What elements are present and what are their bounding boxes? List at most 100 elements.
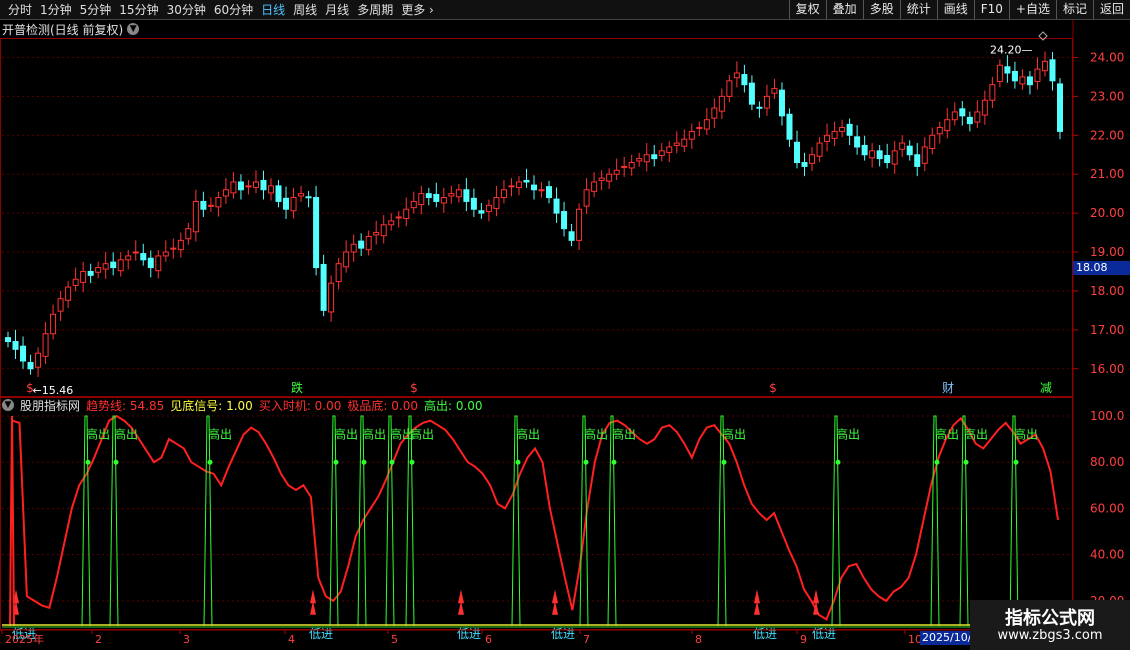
buy-arrow-icon xyxy=(458,589,464,615)
high-signal-dot xyxy=(1013,459,1019,465)
chart-canvas[interactable]: 24.00 23.00 22.00 21.00 20.00 19.00 18.00 17.00… xyxy=(0,0,1130,650)
candle-body xyxy=(20,345,27,362)
high-signal-dot xyxy=(721,459,727,465)
candle-body xyxy=(95,267,102,273)
indicator-axis-label: 60.00 xyxy=(1090,501,1124,515)
candle-body xyxy=(763,95,770,109)
high-signal-dot xyxy=(361,459,367,465)
price-axis-label: 21.00 xyxy=(1090,167,1124,181)
date-axis-label: 4 xyxy=(288,633,295,646)
low-signal-label: 低进 xyxy=(551,627,575,641)
high-signal-spike xyxy=(81,415,91,627)
candle-body xyxy=(613,169,620,175)
high-signal-label: 高出 xyxy=(86,426,110,441)
candle-body xyxy=(523,179,530,183)
candle-body xyxy=(283,197,290,210)
candle-body xyxy=(298,193,305,197)
low-signal-label: 低进 xyxy=(457,627,481,641)
high-signal-spike xyxy=(959,415,969,627)
candle-body xyxy=(899,142,906,150)
candle-body xyxy=(854,136,861,148)
candle-body xyxy=(553,198,560,214)
high-signal-dot xyxy=(934,459,940,465)
candle-body xyxy=(455,189,462,198)
candle-body xyxy=(493,197,500,209)
candle-body xyxy=(643,154,650,163)
candle-body xyxy=(155,255,162,272)
candle-body xyxy=(621,165,628,168)
high-signal-label: 高出 xyxy=(516,426,540,441)
price-axis-label: 18.00 xyxy=(1090,284,1124,298)
high-signal-label: 高出 xyxy=(114,426,138,441)
candle-body xyxy=(290,197,297,212)
high-signal-dot xyxy=(389,459,395,465)
candle-body xyxy=(380,224,387,237)
high-signal-dot xyxy=(515,459,521,465)
candle-body xyxy=(591,181,598,192)
candle-body xyxy=(801,162,808,167)
watermark: 指标公式网 www.zbgs3.com xyxy=(970,600,1130,650)
high-signal-dot xyxy=(409,459,415,465)
candle-body xyxy=(463,189,470,202)
candle-body xyxy=(794,141,800,164)
high-signal-dot xyxy=(583,459,589,465)
high-signal-spike xyxy=(607,415,617,627)
buy-arrow-icon xyxy=(754,589,760,615)
candle-body xyxy=(237,181,244,191)
high-signal-dot xyxy=(113,459,119,465)
high-signal-dot xyxy=(85,459,91,465)
candle-body xyxy=(696,127,703,129)
price-axis-label: 22.00 xyxy=(1090,128,1124,142)
candle-body xyxy=(395,216,402,219)
low-signal-label: 低进 xyxy=(812,627,836,641)
high-signal-dot xyxy=(963,459,969,465)
candle-body xyxy=(320,263,327,311)
high-signal-spike xyxy=(385,415,395,627)
candle-body xyxy=(996,64,1003,83)
event-marker: $ xyxy=(410,381,418,395)
candle-body xyxy=(546,186,553,199)
high-signal-spike xyxy=(329,415,339,627)
date-axis-label: 2 xyxy=(95,633,102,646)
high-signal-label: 高出 xyxy=(584,426,608,441)
candle-body xyxy=(959,108,966,117)
candle-body xyxy=(125,255,132,261)
candle-body xyxy=(681,138,688,147)
indicator-axis-label: 100.0 xyxy=(1090,409,1124,423)
high-signal-label: 高出 xyxy=(935,426,959,441)
date-axis-label: 7 xyxy=(583,633,590,646)
high-signal-spike xyxy=(579,415,589,627)
candle-body xyxy=(1011,70,1018,82)
buy-arrow-icon xyxy=(552,589,558,615)
high-signal-dot xyxy=(611,459,617,465)
candle-body xyxy=(1026,76,1033,86)
candle-body xyxy=(658,150,665,157)
candle-body xyxy=(1004,66,1011,74)
candle-body xyxy=(936,127,943,135)
indicator-axis-label: 80.00 xyxy=(1090,455,1124,469)
candle-body xyxy=(989,84,996,101)
candle-body xyxy=(448,193,455,197)
candle-body xyxy=(921,146,928,164)
candle-body xyxy=(140,253,147,261)
candle-body xyxy=(703,119,710,130)
date-axis-label: 6 xyxy=(485,633,492,646)
candle-body xyxy=(906,145,913,156)
candle-body xyxy=(666,146,673,153)
high-signal-spike xyxy=(717,415,727,627)
candle-body xyxy=(816,142,823,157)
candle-body xyxy=(531,184,537,191)
candle-body xyxy=(478,210,485,214)
candle-body xyxy=(433,193,440,202)
high-signal-dot xyxy=(333,459,339,465)
candle-body xyxy=(207,204,214,207)
candle-body xyxy=(869,150,876,159)
candle-body xyxy=(884,155,891,164)
candle-body xyxy=(778,89,785,117)
candle-body xyxy=(200,200,207,210)
candle-body xyxy=(1034,68,1041,83)
candle-body xyxy=(606,173,613,182)
candle-body xyxy=(275,185,282,202)
candle-body xyxy=(598,177,605,181)
candle-body xyxy=(583,189,590,207)
